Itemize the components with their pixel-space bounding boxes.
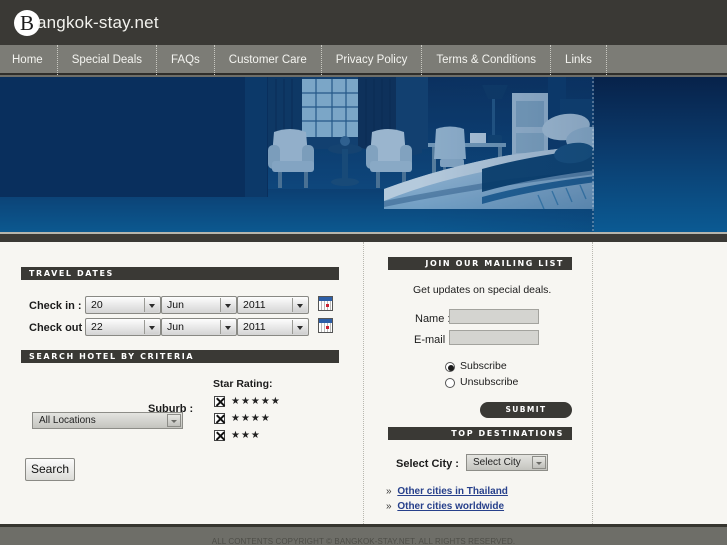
page-root: B angkok-stay.net Home Special Deals FAQ…: [0, 0, 727, 545]
checkin-year-value: 2011: [243, 299, 266, 311]
hero-dark-strip: [0, 234, 727, 242]
nav-label: Links: [565, 54, 592, 66]
nav-item-special-deals[interactable]: Special Deals: [58, 45, 157, 75]
nav-label: Home: [12, 54, 43, 66]
chevron-down-icon: [292, 320, 307, 334]
other-cities-thailand-link[interactable]: Other cities in Thailand: [397, 486, 508, 497]
checkout-year-select[interactable]: 2011: [237, 318, 309, 336]
star-rating-stars-3: ★★★: [231, 430, 261, 441]
nav-item-terms-conditions[interactable]: Terms & Conditions: [422, 45, 551, 75]
bullet-icon: »: [386, 486, 392, 497]
hero-banner: [0, 77, 727, 232]
nav-label: Customer Care: [229, 54, 307, 66]
checkout-year-value: 2011: [243, 321, 266, 333]
nav-item-links[interactable]: Links: [551, 45, 607, 75]
criteria-title: SEARCH HOTEL BY CRITERIA: [21, 350, 339, 363]
calendar-icon-today-dot: [326, 326, 329, 329]
suburb-value: All Locations: [39, 415, 96, 426]
calendar-icon-today-dot: [326, 304, 329, 307]
checkin-label: Check in :: [29, 300, 82, 312]
unsubscribe-radio[interactable]: [445, 378, 455, 388]
email-label: E-mail :: [414, 334, 451, 346]
nav-item-faqs[interactable]: FAQs: [157, 45, 215, 75]
select-city-dropdown[interactable]: Select City: [466, 454, 548, 471]
select-city-label: Select City :: [396, 458, 459, 470]
checkout-day-select[interactable]: 22: [85, 318, 161, 336]
chevron-down-icon: [220, 298, 235, 312]
select-city-value: Select City: [473, 457, 521, 468]
top-destinations-title: TOP DESTINATIONS: [388, 427, 572, 440]
star-rating-checkbox-4[interactable]: [214, 413, 225, 424]
checkout-calendar-icon[interactable]: [318, 318, 333, 333]
bullet-icon: »: [386, 501, 392, 512]
nav-label: Special Deals: [72, 54, 142, 66]
travel-dates-title: TRAVEL DATES: [21, 267, 339, 280]
footer-copyright: ALL CONTENTS COPYRIGHT © BANGKOK-STAY.NE…: [0, 537, 727, 545]
site-header: B angkok-stay.net: [0, 0, 727, 45]
nav-label: Terms & Conditions: [436, 54, 536, 66]
chevron-down-icon: [144, 298, 159, 312]
chevron-down-icon: [220, 320, 235, 334]
main-navigation: Home Special Deals FAQs Customer Care Pr…: [0, 45, 727, 75]
mailing-list-title: JOIN OUR MAILING LIST: [388, 257, 572, 270]
checkout-label: Check out :: [29, 322, 89, 334]
star-rating-checkbox-5[interactable]: [214, 396, 225, 407]
checkout-day-value: 22: [91, 321, 103, 333]
mailing-list-subtitle: Get updates on special deals.: [413, 284, 551, 296]
checkout-month-value: Jun: [167, 321, 184, 333]
star-rating-label: Star Rating:: [213, 378, 273, 390]
subscribe-label: Subscribe: [460, 360, 507, 372]
nav-label: Privacy Policy: [336, 54, 408, 66]
search-button[interactable]: Search: [25, 458, 75, 481]
other-cities-thailand-row: » Other cities in Thailand: [386, 486, 508, 497]
nav-label: FAQs: [171, 54, 200, 66]
star-rating-stars-5: ★★★★★: [231, 396, 281, 407]
site-logo[interactable]: B angkok-stay.net: [14, 10, 159, 36]
star-rating-stars-4: ★★★★: [231, 413, 271, 424]
checkout-month-select[interactable]: Jun: [161, 318, 237, 336]
name-label: Name :: [415, 313, 450, 325]
checkin-day-value: 20: [91, 299, 103, 311]
nav-item-home[interactable]: Home: [0, 45, 58, 75]
email-field[interactable]: [449, 330, 539, 345]
name-field[interactable]: [449, 309, 539, 324]
checkin-year-select[interactable]: 2011: [237, 296, 309, 314]
chevron-down-icon: [532, 456, 546, 469]
content-divider-left: [363, 242, 364, 524]
nav-item-privacy-policy[interactable]: Privacy Policy: [322, 45, 423, 75]
checkin-day-select[interactable]: 20: [85, 296, 161, 314]
content-area: TRAVEL DATES Check in : 20 Jun 2011 Chec…: [0, 242, 727, 524]
star-rating-checkbox-3[interactable]: [214, 430, 225, 441]
submit-button[interactable]: SUBMIT: [480, 402, 572, 418]
unsubscribe-label: Unsubscribe: [460, 376, 518, 388]
content-divider-right: [592, 242, 593, 524]
chevron-down-icon: [292, 298, 307, 312]
hero-image: [0, 77, 727, 232]
suburb-select[interactable]: All Locations: [32, 412, 183, 429]
logo-text: angkok-stay.net: [37, 13, 159, 33]
checkin-month-select[interactable]: Jun: [161, 296, 237, 314]
checkin-month-value: Jun: [167, 299, 184, 311]
chevron-down-icon: [144, 320, 159, 334]
checkin-calendar-icon[interactable]: [318, 296, 333, 311]
subscribe-radio[interactable]: [445, 362, 455, 372]
other-cities-worldwide-row: » Other cities worldwide: [386, 501, 504, 512]
other-cities-worldwide-link[interactable]: Other cities worldwide: [397, 501, 504, 512]
nav-spacer: [607, 45, 727, 73]
chevron-down-icon: [167, 414, 181, 427]
nav-item-customer-care[interactable]: Customer Care: [215, 45, 322, 75]
